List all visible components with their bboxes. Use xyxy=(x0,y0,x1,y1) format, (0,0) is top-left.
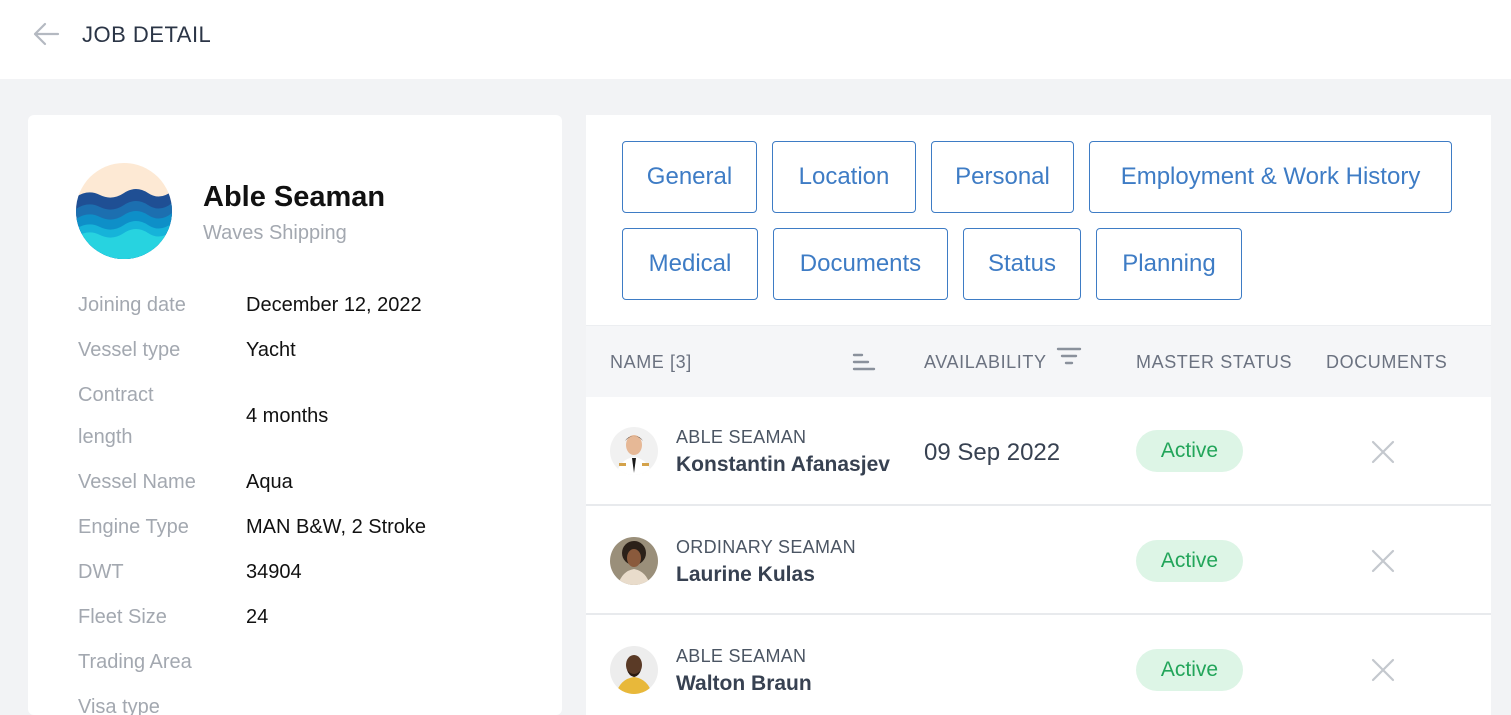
avatar[interactable] xyxy=(610,646,658,694)
filter-icon[interactable] xyxy=(1056,346,1082,366)
page-margin xyxy=(1491,79,1511,706)
page-title: JOB DETAIL xyxy=(82,22,212,47)
column-header-master-status[interactable]: MASTER STATUS xyxy=(1136,326,1292,398)
detail-label: Joining date xyxy=(78,294,186,316)
detail-label: DWT xyxy=(78,561,124,583)
row-role: ABLE SEAMAN xyxy=(676,646,807,666)
tab-medical[interactable]: Medical xyxy=(622,228,758,300)
detail-label: Contract length xyxy=(78,384,154,448)
column-header-name[interactable]: NAME [3] xyxy=(610,326,692,398)
table-row[interactable]: ABLE SEAMAN Walton Braun Active xyxy=(586,615,1491,715)
detail-label: Engine Type xyxy=(78,516,189,538)
back-button[interactable] xyxy=(30,20,62,48)
row-name[interactable]: Laurine Kulas xyxy=(676,563,815,587)
row-name[interactable]: Konstantin Afanasjev xyxy=(676,453,890,477)
column-header-documents[interactable]: DOCUMENTS xyxy=(1326,326,1447,398)
table-header: NAME [3] AVAILABILITY MASTER STATUS DOCU… xyxy=(586,325,1491,397)
detail-value: Aqua xyxy=(246,471,293,493)
detail-label: Vessel type xyxy=(78,339,181,361)
avatar[interactable] xyxy=(610,427,658,475)
detail-value: 4 months xyxy=(246,405,329,427)
avatar[interactable] xyxy=(610,537,658,585)
tab-employment-work-history[interactable]: Employment & Work History xyxy=(1089,141,1452,213)
status-badge: Active xyxy=(1136,430,1243,472)
detail-value: MAN B&W, 2 Stroke xyxy=(246,516,427,538)
candidates-panel: General Location Personal Employment & W… xyxy=(586,115,1491,715)
arrow-left-icon xyxy=(33,22,60,46)
tab-personal[interactable]: Personal xyxy=(931,141,1074,213)
table-row[interactable]: ABLE SEAMAN Konstantin Afanasjev 09 Sep … xyxy=(586,397,1491,506)
status-badge: Active xyxy=(1136,540,1243,582)
row-availability: 09 Sep 2022 xyxy=(924,439,1061,466)
detail-label: Trading Area xyxy=(78,651,192,673)
close-icon[interactable] xyxy=(1371,549,1395,573)
detail-label: Visa type xyxy=(78,696,160,715)
tab-status[interactable]: Status xyxy=(963,228,1081,300)
close-icon[interactable] xyxy=(1371,658,1395,682)
tab-general[interactable]: General xyxy=(622,141,757,213)
close-icon[interactable] xyxy=(1371,440,1395,464)
job-summary-card: Able Seaman Waves Shipping Joining date … xyxy=(28,115,562,715)
detail-value: December 12, 2022 xyxy=(246,294,422,316)
row-role: ABLE SEAMAN xyxy=(676,427,807,447)
column-header-availability[interactable]: AVAILABILITY xyxy=(924,326,1047,398)
status-badge: Active xyxy=(1136,649,1243,691)
detail-label: Fleet Size xyxy=(78,606,167,628)
detail-value: 34904 xyxy=(246,561,302,583)
top-bar: JOB DETAIL xyxy=(0,0,1511,79)
tab-documents[interactable]: Documents xyxy=(773,228,948,300)
detail-value: Yacht xyxy=(246,339,296,361)
row-role: ORDINARY SEAMAN xyxy=(676,537,856,557)
detail-value: 24 xyxy=(246,606,269,628)
row-name[interactable]: Walton Braun xyxy=(676,672,812,696)
waves-logo-icon xyxy=(76,163,172,259)
company-name: Waves Shipping xyxy=(203,222,347,244)
sort-icon[interactable] xyxy=(852,352,876,372)
table-row[interactable]: ORDINARY SEAMAN Laurine Kulas Active xyxy=(586,506,1491,615)
job-title: Able Seaman xyxy=(203,181,386,213)
detail-label: Vessel Name xyxy=(78,471,196,493)
tab-location[interactable]: Location xyxy=(772,141,916,213)
tab-planning[interactable]: Planning xyxy=(1096,228,1242,300)
